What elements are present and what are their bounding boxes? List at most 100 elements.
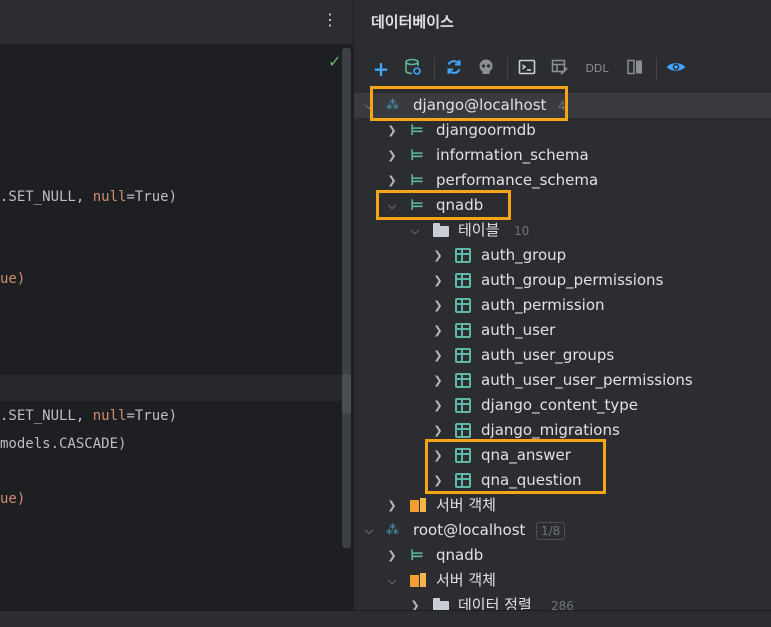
tree-item-table-qna-question[interactable]: ❯ qna_question [354,468,771,493]
code-line[interactable]: ue) [0,268,25,290]
schema-label: performance_schema [436,171,599,189]
tree-item-information-schema[interactable]: ❯ ⊨ information_schema [354,143,771,168]
chevron-down-icon[interactable]: ⌵ [385,193,399,218]
table-count: 10 [514,224,530,238]
schema-icon: ⊨ [410,546,424,564]
tree-item-table[interactable]: ❯ django_content_type [354,393,771,418]
table-label: django_content_type [481,396,639,414]
chevron-right-icon[interactable]: ❯ [431,293,445,318]
chevron-right-icon[interactable]: ❯ [431,368,445,393]
tree-item-server-objects-root[interactable]: ⌵ 서버 객체 [354,568,771,593]
code-text: ue) [0,271,26,287]
code-keyword: null [92,189,127,205]
tree-item-table[interactable]: ❯ auth_group_permissions [354,268,771,293]
tree-item-table[interactable]: ❯ django_migrations [354,418,771,443]
code-text: =True) [126,189,178,205]
table-icon [455,373,471,388]
table-label: auth_group [481,246,567,264]
table-label: qna_answer [481,446,571,464]
schema-label: qnadb [436,546,484,564]
code-line[interactable]: .SET_NULL, null=True) [0,405,177,427]
connection-count-badge: 1/8 [536,522,566,540]
code-text: models.CASCADE) [0,436,127,452]
chevron-right-icon[interactable]: ❯ [431,268,445,293]
tree-item-tables-folder[interactable]: ⌵ 테이블 10 [354,218,771,243]
tree-item-table[interactable]: ❯ auth_permission [354,293,771,318]
tree-item-qnadb[interactable]: ⌵ ⊨ qnadb [354,193,771,218]
data-source-properties-icon[interactable] [402,58,424,80]
tree-item-table-qna-answer[interactable]: ❯ qna_answer [354,443,771,468]
table-label: auth_group_permissions [481,271,664,289]
table-label: qna_question [481,471,582,489]
chevron-right-icon[interactable]: ❯ [431,393,445,418]
panel-title: 데이터베이스 [371,13,454,31]
disconnect-skull-icon[interactable] [475,58,497,80]
chevron-down-icon[interactable]: ⌵ [362,93,376,118]
chevron-right-icon[interactable]: ❯ [408,593,422,610]
code-line[interactable]: models.CASCADE) [0,433,126,455]
tree-item-djangoormdb[interactable]: ❯ ⊨ djangoormdb [354,118,771,143]
table-icon [455,273,471,288]
server-objects-icon [410,498,426,512]
tree-item-table[interactable]: ❯ auth_group [354,243,771,268]
edit-table-icon[interactable] [549,58,571,80]
chevron-right-icon[interactable]: ❯ [385,543,399,568]
database-panel: 데이터베이스 + DDL ⌵ ⁂ django@localhost 4 ❯ ⊨ … [353,0,771,610]
chevron-right-icon[interactable]: ❯ [385,118,399,143]
code-line[interactable]: .SET_NULL, null=True) [0,186,177,208]
more-options-icon[interactable]: ⋮ [322,10,338,30]
table-icon [455,423,471,438]
table-label: auth_user_groups [481,346,615,364]
eye-icon[interactable] [665,58,687,80]
chevron-down-icon[interactable]: ⌵ [362,518,376,543]
table-label: django_migrations [481,421,620,439]
tree-item-qnadb-root[interactable]: ❯ ⊨ qnadb [354,543,771,568]
tree-item-django-localhost[interactable]: ⌵ ⁂ django@localhost 4 [354,93,771,118]
code-editor[interactable]: ⋮ ✓ .SET_NULL, null=True) ue) .SET_NULL,… [0,0,353,610]
connection-count: 4 [558,99,566,113]
tree-item-root-localhost[interactable]: ⌵ ⁂ root@localhost 1/8 [354,518,771,543]
table-icon [455,248,471,263]
mysql-dolphin-icon: ⁂ [386,523,399,538]
code-line[interactable]: ue) [0,488,25,510]
chevron-right-icon[interactable]: ❯ [385,143,399,168]
table-label: auth_user_user_permissions [481,371,693,389]
chevron-right-icon[interactable]: ❯ [431,443,445,468]
tree-item-table[interactable]: ❯ auth_user_user_permissions [354,368,771,393]
inspection-ok-icon[interactable]: ✓ [328,52,341,71]
table-icon [455,398,471,413]
editor-scrollbar[interactable] [342,48,351,548]
server-objects-icon [410,573,426,587]
scrollbar-thumb[interactable] [342,374,351,414]
schema-label: qnadb [436,196,484,214]
chevron-right-icon[interactable]: ❯ [431,343,445,368]
chevron-right-icon[interactable]: ❯ [385,168,399,193]
server-objects-label: 서버 객체 [436,571,496,589]
chevron-right-icon[interactable]: ❯ [431,243,445,268]
schema-label: djangoormdb [436,121,536,139]
chevron-down-icon[interactable]: ⌵ [385,568,399,593]
compare-icon[interactable] [624,58,646,80]
chevron-right-icon[interactable]: ❯ [431,418,445,443]
chevron-right-icon[interactable]: ❯ [431,468,445,493]
tree-item-performance-schema[interactable]: ❯ ⊨ performance_schema [354,168,771,193]
server-objects-label: 서버 객체 [436,496,496,514]
code-keyword: null [92,408,127,424]
tree-item-collation[interactable]: ❯ 데이터 정렬 286 [354,593,771,610]
add-icon[interactable]: + [370,58,392,80]
ddl-button[interactable]: DDL [582,58,612,80]
refresh-icon[interactable] [443,58,465,80]
chevron-down-icon[interactable]: ⌵ [408,218,422,243]
chevron-right-icon[interactable]: ❯ [385,493,399,518]
folder-icon [433,223,449,237]
folder-icon [433,598,449,610]
status-bar [0,610,771,627]
tree-item-server-objects[interactable]: ❯ 서버 객체 [354,493,771,518]
table-icon [455,323,471,338]
tree-item-table[interactable]: ❯ auth_user [354,318,771,343]
mysql-dolphin-icon: ⁂ [386,98,399,113]
query-console-icon[interactable] [516,58,538,80]
folder-label: 데이터 정렬 [458,596,532,610]
tree-item-table[interactable]: ❯ auth_user_groups [354,343,771,368]
chevron-right-icon[interactable]: ❯ [431,318,445,343]
